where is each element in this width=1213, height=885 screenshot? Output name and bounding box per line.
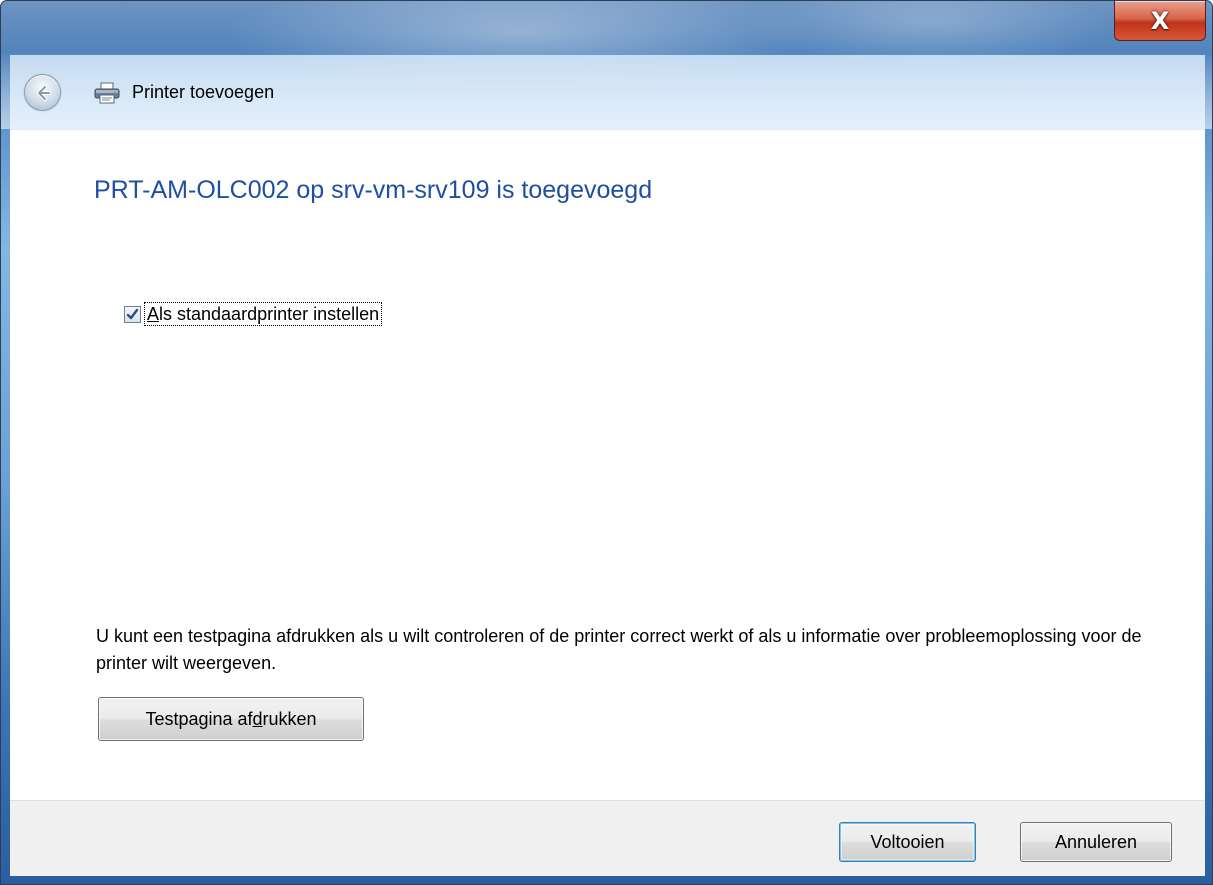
navigation-bar: Printer toevoegen <box>10 55 1205 130</box>
window-title: Printer toevoegen <box>132 82 275 102</box>
back-arrow-icon <box>36 84 51 101</box>
print-test-page-button[interactable]: Testpagina af d rukken <box>98 697 364 741</box>
set-default-printer-option[interactable]: Als standaardprinter instellen <box>124 302 383 326</box>
wizard-content: PRT-AM-OLC002 op srv-vm-srv109 is toegev… <box>10 130 1205 800</box>
printer-icon <box>94 82 120 104</box>
finish-button[interactable]: Voltooien <box>839 822 976 862</box>
test-page-info-text: U kunt een testpagina afdrukken als u wi… <box>96 626 1142 673</box>
checkmark-icon <box>126 308 139 319</box>
wizard-footer: Voltooien Annuleren <box>10 800 1205 876</box>
back-button[interactable] <box>24 74 61 111</box>
close-icon: X <box>1150 6 1170 35</box>
page-title: PRT-AM-OLC002 op srv-vm-srv109 is toegev… <box>94 176 653 204</box>
close-button[interactable]: X <box>1114 1 1206 41</box>
add-printer-window: X Printer toevoegen PRT-AM-OLC002 op srv… <box>0 0 1213 885</box>
cancel-button[interactable]: Annuleren <box>1020 822 1172 862</box>
set-default-printer-label: Als standaardprinter instellen <box>143 302 383 326</box>
set-default-printer-checkbox[interactable] <box>124 305 141 323</box>
